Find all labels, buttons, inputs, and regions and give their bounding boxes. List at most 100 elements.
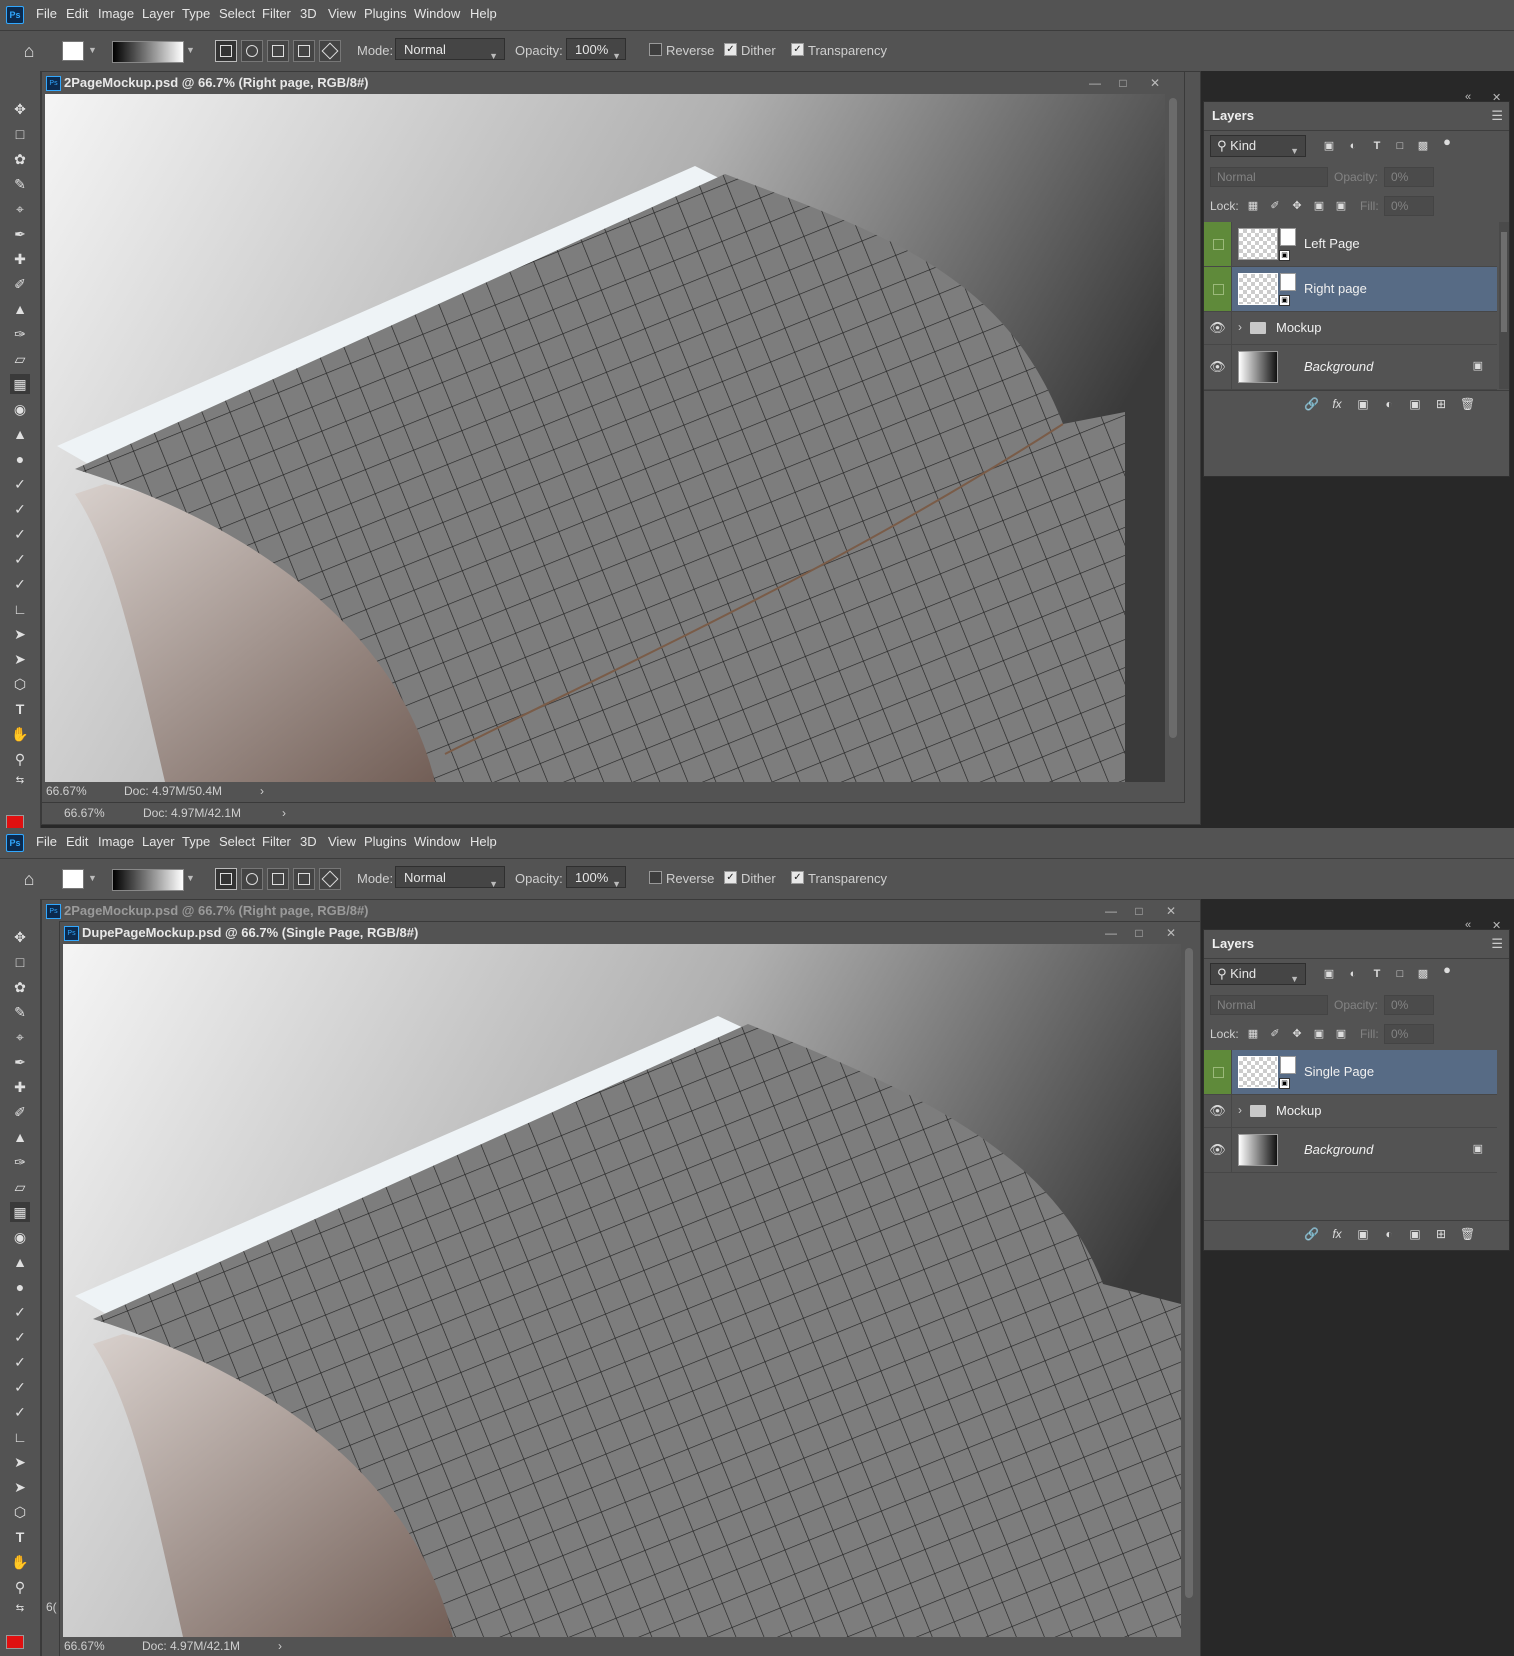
gradient-tool-icon[interactable]: ▦ [10,374,30,394]
diamond-gradient-button[interactable] [319,868,341,890]
lock-all-icon[interactable]: ▣ [1334,1027,1348,1041]
convert-point-tool-icon[interactable]: ∟ [10,1427,30,1447]
new-group-icon[interactable]: ▣ [1408,1227,1422,1241]
close-icon[interactable]: ✕ [1162,902,1180,920]
eye-icon[interactable]: 👁 [1204,1095,1232,1127]
eraser-tool-icon[interactable]: ▱ [10,1177,30,1197]
home-icon[interactable]: ⌂ [18,40,40,62]
eyedropper-tool-icon[interactable]: ✒ [10,1052,30,1072]
layer-opacity-input[interactable]: 0% [1384,167,1434,187]
path-selection-tool-icon[interactable]: ➤ [10,624,30,644]
brush-tool-icon[interactable]: ✐ [10,274,30,294]
add-anchor-point-tool-icon[interactable]: ✓ [10,1377,30,1397]
chevron-down-icon[interactable]: ▼ [186,873,195,883]
foreground-color-swatch[interactable] [6,815,24,828]
shape-tool-icon[interactable]: ⬡ [10,1502,30,1522]
layer-opacity-input[interactable]: 0% [1384,995,1434,1015]
type-filter-icon[interactable]: T [1370,967,1384,981]
freeform-pen-tool-icon[interactable]: ✓ [10,499,30,519]
move-tool-icon[interactable]: ✥ [10,99,30,119]
lock-artboard-icon[interactable]: ▣ [1312,1027,1326,1041]
menu-edit[interactable]: Edit [66,834,88,849]
radial-gradient-button[interactable] [241,40,263,62]
delete-anchor-point-tool-icon[interactable]: ✓ [10,574,30,594]
curvature-pen-tool-icon[interactable]: ✓ [10,524,30,544]
type-tool-icon[interactable]: T [10,699,30,719]
tool-preset-picker[interactable] [62,869,84,889]
lock-artboard-icon[interactable]: ▣ [1312,199,1326,213]
layers-tab[interactable]: Layers [1212,108,1254,123]
eye-icon[interactable]: 👁 [1204,345,1232,389]
menu-filter[interactable]: Filter [262,6,291,21]
reflected-gradient-button[interactable] [293,40,315,62]
add-mask-icon[interactable]: ▣ [1356,1227,1370,1241]
panel-menu-icon[interactable]: ☰ [1491,936,1503,952]
dodge-tool-icon[interactable]: ● [10,449,30,469]
chevron-down-icon[interactable]: ▼ [186,45,195,55]
link-layers-icon[interactable]: 🔗 [1304,1227,1319,1241]
chevron-down-icon[interactable]: ▼ [88,45,97,55]
new-layer-icon[interactable]: ⊞ [1434,397,1448,411]
blur-tool-icon[interactable]: ◉ [10,399,30,419]
layers-scrollbar[interactable] [1499,222,1509,389]
pen-tool-icon[interactable]: ✓ [10,474,30,494]
type-tool-icon[interactable]: T [10,1527,30,1547]
angle-gradient-button[interactable] [267,40,289,62]
menu-view[interactable]: View [328,834,356,849]
menu-help[interactable]: Help [470,6,497,21]
background-layer-row[interactable]: 👁 Background ▣ [1204,345,1497,390]
dither-checkbox[interactable]: ✓ [724,43,737,56]
menu-select[interactable]: Select [219,834,255,849]
layer-row-selected[interactable]: ▣ Right page [1204,267,1497,312]
diamond-gradient-button[interactable] [319,40,341,62]
kind-filter-select[interactable]: ⚲ Kind ▼ [1210,135,1306,157]
add-mask-icon[interactable]: ▣ [1356,397,1370,411]
layer-group-row[interactable]: 👁 › Mockup [1204,1095,1497,1128]
menu-layer[interactable]: Layer [142,6,175,21]
filter-toggle-icon[interactable]: ● [1440,963,1454,977]
chevron-right-icon[interactable]: › [282,806,286,820]
fill-input[interactable]: 0% [1384,196,1434,216]
menu-select[interactable]: Select [219,6,255,21]
history-brush-tool-icon[interactable]: ✑ [10,1152,30,1172]
canvas[interactable] [63,944,1181,1637]
freeform-pen-tool-icon[interactable]: ✓ [10,1327,30,1347]
menu-edit[interactable]: Edit [66,6,88,21]
reverse-checkbox[interactable] [649,43,662,56]
adjustment-filter-icon[interactable]: ◐ [1346,139,1360,153]
menu-help[interactable]: Help [470,834,497,849]
delete-layer-icon[interactable]: 🗑 [1460,397,1475,411]
path-selection-tool-icon[interactable]: ➤ [10,1452,30,1472]
layer-row-selected[interactable]: ▣ Single Page [1204,1050,1497,1095]
menu-image[interactable]: Image [98,6,134,21]
new-group-icon[interactable]: ▣ [1408,397,1422,411]
image-filter-icon[interactable]: ▣ [1322,139,1336,153]
chevron-right-icon[interactable]: › [1238,1103,1242,1117]
eraser-tool-icon[interactable]: ▱ [10,349,30,369]
quick-select-tool-icon[interactable]: ✎ [10,174,30,194]
layer-group-row[interactable]: 👁 › Mockup [1204,312,1497,345]
chevron-down-icon[interactable]: ▼ [88,873,97,883]
layer-visibility-toggle[interactable] [1204,222,1232,266]
menu-type[interactable]: Type [182,6,210,21]
minimize-icon[interactable]: — [1102,902,1120,920]
layers-tab[interactable]: Layers [1212,936,1254,951]
gradient-picker[interactable] [112,41,184,63]
lock-transparent-icon[interactable]: ▦ [1246,199,1260,213]
marquee-tool-icon[interactable]: □ [10,124,30,144]
canvas[interactable] [45,94,1165,782]
zoom-tool-icon[interactable]: ⚲ [10,1577,30,1597]
menu-view[interactable]: View [328,6,356,21]
hand-tool-icon[interactable]: ✋ [10,724,30,744]
vertical-scrollbar[interactable] [1181,944,1197,1637]
menu-plugins[interactable]: Plugins [364,6,407,21]
reflected-gradient-button[interactable] [293,868,315,890]
type-filter-icon[interactable]: T [1370,139,1384,153]
reverse-checkbox[interactable] [649,871,662,884]
home-icon[interactable]: ⌂ [18,868,40,890]
filter-toggle-icon[interactable]: ● [1440,135,1454,149]
blur-tool-icon[interactable]: ◉ [10,1227,30,1247]
panel-menu-icon[interactable]: ☰ [1491,108,1503,124]
image-filter-icon[interactable]: ▣ [1322,967,1336,981]
hand-tool-icon[interactable]: ✋ [10,1552,30,1572]
